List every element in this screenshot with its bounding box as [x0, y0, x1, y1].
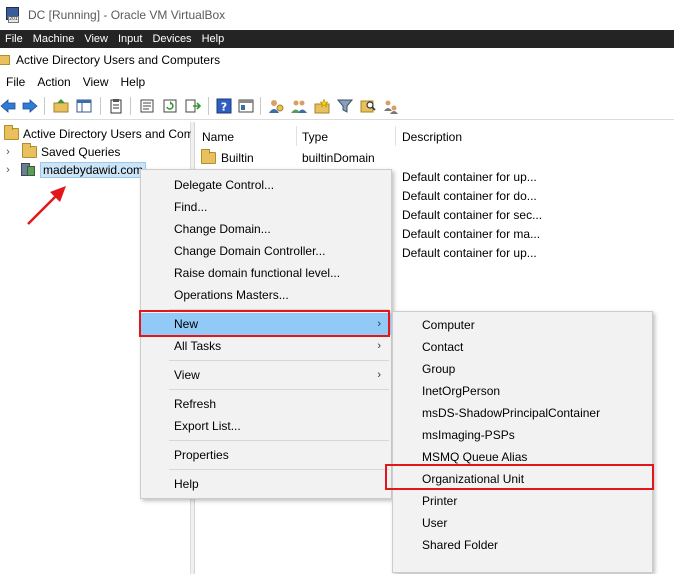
submenu-item-shared-folder[interactable]: Shared Folder — [393, 534, 652, 556]
menu-item-view[interactable]: View › — [141, 364, 391, 386]
table-cell-description: Default container for up... — [402, 246, 537, 260]
menu-item-all-tasks-label: All Tasks — [174, 339, 222, 353]
aduc-app-icon — [0, 55, 10, 65]
submenu-item-contact[interactable]: Contact — [393, 336, 652, 358]
forward-icon[interactable] — [22, 98, 38, 114]
folder-icon — [201, 149, 216, 164]
mmc-title: Active Directory Users and Computers — [16, 53, 221, 67]
back-icon[interactable] — [0, 98, 16, 114]
folder-icon — [22, 143, 37, 158]
refresh-icon[interactable] — [162, 98, 178, 114]
clipboard-icon[interactable] — [108, 98, 124, 114]
menu-item-delegate-control[interactable]: Delegate Control... — [141, 174, 391, 196]
tree-saved-queries-label: Saved Queries — [41, 145, 121, 159]
find-icon[interactable] — [360, 98, 376, 114]
vbox-menu-devices[interactable]: Devices — [147, 33, 196, 45]
new-ou-icon[interactable] — [314, 98, 330, 114]
mmc-menu-help[interactable]: Help — [115, 75, 152, 89]
window-title: DC [Running] - Oracle VM VirtualBox — [28, 8, 226, 22]
chevron-right-icon: › — [377, 340, 381, 352]
mmc-menu-bar: File Action View Help — [0, 72, 674, 92]
tree-item-root[interactable]: Active Directory Users and Com — [0, 125, 194, 143]
column-header-type[interactable]: Type — [302, 128, 328, 146]
menu-item-change-domain-controller[interactable]: Change Domain Controller... — [141, 240, 391, 262]
menu-item-refresh[interactable]: Refresh — [141, 393, 391, 415]
menu-item-find[interactable]: Find... — [141, 196, 391, 218]
menu-item-new[interactable]: New › — [141, 313, 391, 335]
menu-item-new-label: New — [174, 317, 199, 331]
delegate-icon[interactable] — [383, 98, 399, 114]
console-icon[interactable] — [238, 98, 254, 114]
submenu-item-msmq-queue-alias[interactable]: MSMQ Queue Alias — [393, 446, 652, 468]
menu-item-all-tasks[interactable]: All Tasks › — [141, 335, 391, 357]
menu-item-help[interactable]: Help — [141, 473, 391, 495]
vbox-menu-file[interactable]: File — [0, 33, 28, 45]
menu-item-raise-functional-level[interactable]: Raise domain functional level... — [141, 262, 391, 284]
context-menu: Delegate Control... Find... Change Domai… — [140, 169, 392, 499]
menu-item-export-list[interactable]: Export List... — [141, 415, 391, 437]
folder-icon — [4, 125, 19, 140]
virtualbox-menu-bar: File Machine View Input Devices Help — [0, 30, 674, 48]
mmc-title-bar: Active Directory Users and Computers — [0, 48, 674, 72]
users-icon[interactable] — [268, 98, 284, 114]
vbox-menu-help[interactable]: Help — [197, 33, 230, 45]
submenu-item-user[interactable]: User — [393, 512, 652, 534]
virtualbox-title-bar: 201 DC [Running] - Oracle VM VirtualBox — [0, 0, 674, 30]
submenu-item-msimaging-psps[interactable]: msImaging-PSPs — [393, 424, 652, 446]
tree-root-label: Active Directory Users and Com — [23, 127, 194, 141]
help-icon[interactable]: ? — [216, 98, 232, 114]
table-cell-description: Default container for do... — [402, 189, 537, 203]
submenu-item-msds-shadow-principal-container[interactable]: msDS-ShadowPrincipalContainer — [393, 402, 652, 424]
submenu-item-organizational-unit[interactable]: Organizational Unit — [393, 468, 652, 490]
new-submenu: Computer Contact Group InetOrgPerson msD… — [392, 311, 653, 573]
vbox-menu-machine[interactable]: Machine — [28, 33, 80, 45]
tree-domain-label: madebydawid.com — [40, 162, 147, 178]
mmc-menu-view[interactable]: View — [77, 75, 115, 89]
chevron-right-icon[interactable]: › — [3, 164, 13, 176]
menu-item-view-label: View — [174, 368, 200, 382]
show-hide-tree-icon[interactable] — [76, 98, 92, 114]
table-cell-description: Default container for up... — [402, 170, 537, 184]
table-cell-type: builtinDomain — [302, 151, 375, 165]
menu-item-operations-masters[interactable]: Operations Masters... — [141, 284, 391, 306]
menu-item-change-domain[interactable]: Change Domain... — [141, 218, 391, 240]
table-row-name[interactable]: Builtin — [201, 149, 254, 167]
up-folder-icon[interactable] — [53, 98, 69, 114]
mmc-menu-action[interactable]: Action — [31, 75, 76, 89]
filter-icon[interactable] — [337, 98, 353, 114]
tree-item-domain[interactable]: › madebydawid.com — [3, 161, 147, 179]
svg-text:?: ? — [221, 101, 227, 114]
tree-item-saved-queries[interactable]: › Saved Queries — [3, 143, 120, 161]
vbox-menu-input[interactable]: Input — [113, 33, 147, 45]
mmc-menu-file[interactable]: File — [0, 75, 31, 89]
menu-item-properties[interactable]: Properties — [141, 444, 391, 466]
submenu-item-group[interactable]: Group — [393, 358, 652, 380]
table-cell-description: Default container for sec... — [402, 208, 543, 222]
properties-icon[interactable] — [139, 98, 155, 114]
red-arrow-icon — [27, 186, 66, 225]
chevron-right-icon: › — [377, 369, 381, 381]
export-list-icon[interactable] — [185, 98, 201, 114]
submenu-item-computer[interactable]: Computer — [393, 314, 652, 336]
chevron-right-icon[interactable]: › — [3, 146, 13, 158]
table-cell-description: Default container for ma... — [402, 227, 541, 241]
toolbar: ? — [0, 92, 674, 120]
column-header-name[interactable]: Name — [202, 128, 234, 146]
groups-icon[interactable] — [291, 98, 307, 114]
column-header-description[interactable]: Description — [402, 128, 462, 146]
vbox-menu-view[interactable]: View — [79, 33, 113, 45]
domain-icon — [20, 163, 36, 177]
chevron-right-icon: › — [377, 318, 381, 330]
virtualbox-app-icon: 201 — [4, 6, 22, 24]
submenu-item-inetorgperson[interactable]: InetOrgPerson — [393, 380, 652, 402]
submenu-item-printer[interactable]: Printer — [393, 490, 652, 512]
